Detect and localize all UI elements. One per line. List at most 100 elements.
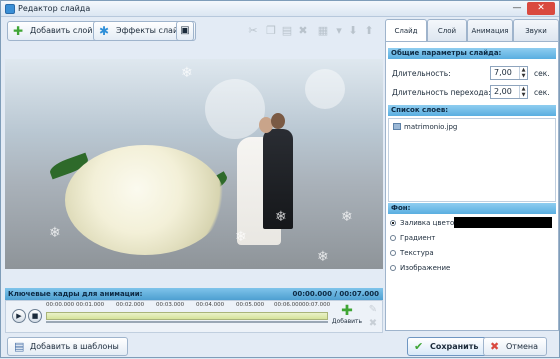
groom-head — [271, 113, 285, 129]
delete-keyframe-icon[interactable]: ✖ — [366, 317, 380, 331]
minimize-button[interactable]: — — [509, 2, 525, 15]
play-button[interactable]: ▶ — [12, 309, 26, 323]
keyframe-side-tools: ✎ ✖ — [366, 303, 380, 331]
delete-icon[interactable]: ✖ — [295, 23, 311, 39]
cancel-icon: ✖ — [490, 340, 500, 353]
tab-slide[interactable]: Слайд — [385, 19, 427, 42]
preview-button[interactable]: ▣ — [176, 21, 194, 41]
ruler-tick: 00:07.000 — [302, 302, 331, 308]
layer-item-label: matrimonio.jpg — [404, 123, 458, 131]
ruler-tick: 00:03.000 — [156, 302, 185, 308]
timeline-time: 00:00.000 / 00:07.000 — [292, 290, 379, 298]
keyframes-label: Ключевые кадры для анимации: — [8, 290, 143, 298]
move-up-icon[interactable]: ⬆ — [361, 23, 377, 39]
duration-spinner[interactable]: 7,00 ▲ ▼ — [490, 66, 528, 80]
snowflake-icon: ❄ — [317, 249, 329, 265]
bottom-bar: ▤ Добавить в шаблоны ✔ Сохранить ✖ Отмен… — [1, 335, 559, 359]
check-icon: ✔ — [414, 340, 424, 353]
bg-option-label: Градиент — [400, 234, 436, 242]
fill-color-swatch[interactable] — [454, 217, 552, 228]
snowflake-icon: ❄ — [181, 65, 193, 81]
layer-list-header: Список слоев: — [388, 105, 556, 116]
radio-icon — [390, 250, 396, 256]
properties-tabs: Слайд Слой Анимация Звуки — [385, 19, 559, 42]
radio-selected-icon — [390, 220, 396, 226]
bouquet — [65, 145, 225, 255]
ruler-tick: 00:04.000 — [196, 302, 225, 308]
background-header: Фон: — [388, 203, 556, 214]
bg-texture-radio[interactable]: Текстура — [390, 249, 434, 257]
ruler-tick: 00:05.000 — [236, 302, 265, 308]
bokeh — [205, 79, 265, 139]
ruler-tick: 00:02.000 — [116, 302, 145, 308]
stop-button[interactable]: ■ — [28, 309, 42, 323]
save-button[interactable]: ✔ Сохранить — [407, 337, 488, 356]
slide-preview[interactable]: ❄ ❄ ❄ ❄ ❄ ❄ — [5, 59, 383, 269]
add-keyframe-label: Добавить — [331, 318, 363, 325]
paste-icon[interactable]: ▤ — [279, 23, 295, 39]
plus-icon: ✚ — [13, 24, 24, 38]
layer-item[interactable]: matrimonio.jpg — [393, 123, 457, 131]
close-button[interactable]: ✕ — [527, 2, 555, 15]
spinner-arrows-icon[interactable]: ▲ ▼ — [519, 86, 527, 98]
timeline-scrollbar[interactable] — [46, 321, 328, 323]
bg-fill-color-radio[interactable]: Заливка цветом — [390, 219, 460, 227]
spinner-arrows-icon[interactable]: ▲ ▼ — [519, 67, 527, 79]
snowflake-icon: ❄ — [235, 229, 247, 245]
bg-option-label: Изображение — [400, 264, 451, 272]
cut-icon[interactable]: ✂ — [245, 23, 261, 39]
template-icon: ▤ — [14, 340, 25, 353]
tab-layer[interactable]: Слой — [427, 19, 467, 41]
photo-wedding-bouquet: ❄ ❄ ❄ ❄ ❄ ❄ — [5, 59, 383, 269]
duration-label: Длительность: — [392, 69, 451, 78]
window-title: Редактор слайда — [18, 4, 91, 13]
radio-icon — [390, 235, 396, 241]
bg-image-radio[interactable]: Изображение — [390, 264, 450, 272]
keyframes-header: Ключевые кадры для анимации: 00:00.000 /… — [5, 288, 383, 300]
keyframe-timeline: ▶ ■ 00:00.000 00:01.000 00:02.000 00:03.… — [5, 300, 383, 333]
layer-list: matrimonio.jpg — [388, 118, 556, 202]
copy-icon[interactable]: ❐ — [263, 23, 279, 39]
add-to-templates-button[interactable]: ▤ Добавить в шаблоны — [7, 337, 128, 356]
bg-gradient-radio[interactable]: Градиент — [390, 234, 435, 242]
align-icon[interactable]: ▦ — [315, 23, 331, 39]
plus-icon: ✚ — [341, 303, 353, 319]
ruler-tick: 00:01.000 — [76, 302, 105, 308]
bg-option-label: Текстура — [400, 249, 434, 257]
app-icon — [5, 4, 15, 14]
cancel-label: Отмена — [506, 342, 539, 351]
tab-animation[interactable]: Анимация — [467, 19, 513, 41]
snowflake-icon: ❄ — [275, 209, 287, 225]
tab-sounds[interactable]: Звуки — [513, 19, 559, 41]
duration-unit: сек. — [534, 69, 550, 78]
transition-unit: сек. — [534, 88, 550, 97]
image-file-icon — [393, 123, 401, 130]
camera-icon: ▣ — [180, 25, 190, 36]
keyframe-track[interactable] — [46, 312, 328, 320]
add-to-templates-label: Добавить в шаблоны — [30, 342, 119, 351]
save-label: Сохранить — [430, 342, 479, 351]
slide-properties-panel: Общие параметры слайда: Длительность: 7,… — [385, 41, 559, 331]
title-bar: Редактор слайда — ✕ — [1, 1, 559, 17]
transition-duration-label: Длительность перехода: — [392, 88, 491, 97]
bokeh — [305, 69, 345, 109]
duration-value: 7,00 — [494, 68, 512, 77]
snowflake-icon: ❄ — [49, 225, 61, 241]
ruler-tick: 00:06.000 — [274, 302, 303, 308]
general-params-header: Общие параметры слайда: — [388, 48, 556, 59]
bg-option-label: Заливка цветом — [400, 219, 460, 227]
edit-keyframe-icon[interactable]: ✎ — [366, 303, 380, 317]
slide-editor-window: Редактор слайда — ✕ ✚ Добавить слой ✱ Эф… — [0, 0, 560, 358]
transition-duration-value: 2,00 — [494, 87, 512, 96]
snowflake-icon: ❄ — [341, 209, 353, 225]
effects-star-icon: ✱ — [99, 24, 110, 38]
cancel-button[interactable]: ✖ Отмена — [483, 337, 548, 356]
add-keyframe-button[interactable]: ✚ Добавить — [331, 304, 363, 332]
add-layer-button[interactable]: ✚ Добавить слой — [7, 21, 100, 41]
move-down-icon[interactable]: ⬇ — [345, 23, 361, 39]
ruler-tick: 00:00.000 — [46, 302, 75, 308]
time-ruler: 00:00.000 00:01.000 00:02.000 00:03.000 … — [46, 302, 331, 312]
add-layer-label: Добавить слой — [30, 26, 93, 35]
transition-duration-spinner[interactable]: 2,00 ▲ ▼ — [490, 85, 528, 99]
toolbar: ✚ Добавить слой ✱ Эффекты слайда ▣ ✂ ❐ ▤… — [1, 17, 385, 45]
